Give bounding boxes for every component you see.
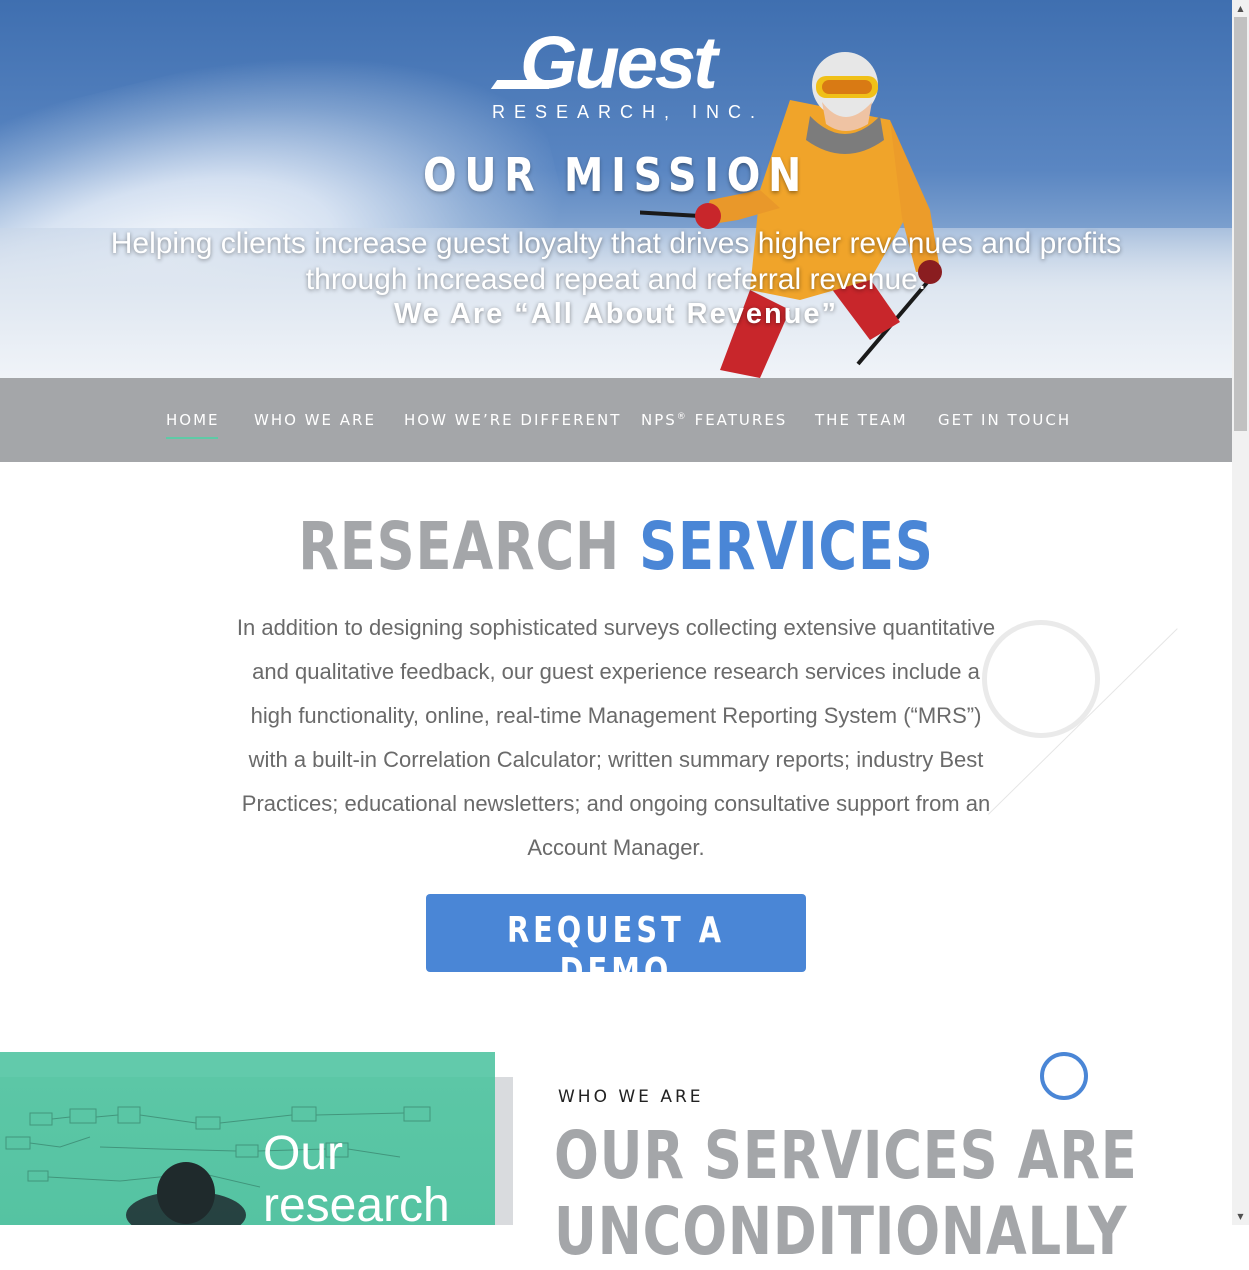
who-we-are-heading: OUR SERVICES ARE UNCONDITIONALLY [554, 1117, 1138, 1270]
nav-item-nps-features[interactable]: NPS® FEATURES [641, 411, 787, 429]
triangle-up-icon[interactable]: ▲ [1232, 0, 1249, 17]
nav-item-the-team[interactable]: THE TEAM [815, 411, 908, 429]
logo-word: Guest [520, 21, 718, 104]
hero-banner: Guest RESEARCH, INC. OUR MISSION Helping… [0, 0, 1232, 378]
nav-item-how-were-different[interactable]: HOW WE’RE DIFFERENT [404, 411, 621, 429]
request-demo-button[interactable]: REQUEST A DEMO [426, 894, 806, 992]
image-shadow [495, 1077, 513, 1225]
request-demo-label: REQUEST A DEMO [506, 910, 726, 992]
logo-subtitle: RESEARCH, INC. [492, 102, 765, 122]
triangle-down-icon[interactable]: ▼ [1232, 1208, 1249, 1225]
mission-text: Helping clients increase guest loyalty t… [110, 227, 1122, 296]
vertical-scrollbar[interactable]: ▲ ▼ [1232, 0, 1249, 1225]
nav-item-home[interactable]: HOME [166, 411, 220, 439]
guest-research-logo[interactable]: Guest RESEARCH, INC. [490, 21, 755, 126]
image-caption: Our research [263, 1127, 450, 1232]
who-we-are-eyebrow: WHO WE ARE [558, 1087, 704, 1107]
mission-tagline: We Are “All About Revenue” [393, 298, 839, 330]
mission-title: OUR MISSION [423, 148, 809, 202]
nav-item-who-we-are[interactable]: WHO WE ARE [254, 411, 376, 429]
nav-item-get-in-touch[interactable]: GET IN TOUCH [938, 411, 1071, 429]
research-services-description: In addition to designing sophisticated s… [236, 615, 996, 860]
decorative-blue-circle [1040, 1052, 1088, 1100]
person-head-image [157, 1162, 215, 1224]
research-services-title: RESEARCH SERVICES [298, 508, 934, 585]
main-navigation: HOME WHO WE ARE HOW WE’RE DIFFERENT NPS®… [0, 378, 1232, 462]
scrollbar-thumb[interactable] [1234, 17, 1247, 431]
